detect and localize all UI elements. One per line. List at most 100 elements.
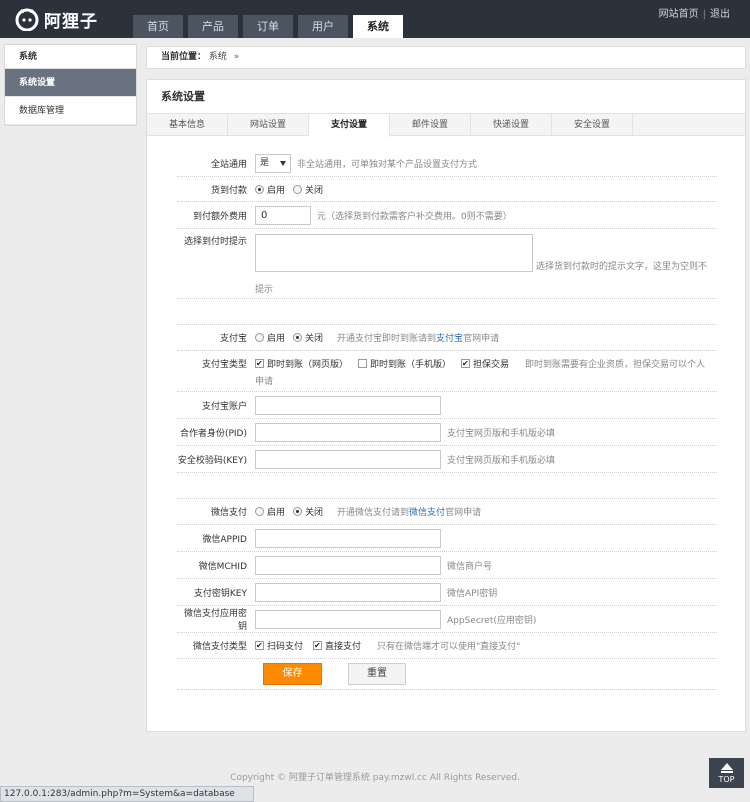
nav-products[interactable]: 产品 bbox=[188, 15, 238, 38]
wx-type-opt1: 扫码支付 bbox=[267, 642, 304, 652]
wxpay-disable-label: 关闭 bbox=[305, 508, 324, 518]
radio-unchecked-icon bbox=[293, 184, 303, 194]
alipay-enable-radio[interactable]: 启用 bbox=[255, 331, 285, 344]
nav-orders[interactable]: 订单 bbox=[243, 15, 293, 38]
alipay-type-opt3: 担保交易 bbox=[473, 360, 510, 370]
alipay-type-hint: 即时到账需要有企业资质，担保交易可以个人 bbox=[525, 360, 706, 370]
sidebar: 系统 系统设置 数据库管理 bbox=[4, 44, 137, 126]
wx-mchid-input[interactable] bbox=[255, 555, 441, 575]
alipay-link[interactable]: 支付宝 bbox=[436, 334, 463, 344]
cod-row: 货到付款 启用 关闭 bbox=[177, 177, 717, 202]
site-home-link[interactable]: 网站首页 bbox=[659, 9, 699, 20]
wx-appid-input[interactable] bbox=[255, 528, 441, 548]
wx-type-row: 微信支付类型 扫码支付 直接支付 只有在微信端才可以使用"直接支付" bbox=[177, 633, 717, 659]
alipay-account-label: 支付宝账户 bbox=[201, 401, 247, 412]
wxpay-hint-post: 官网申请 bbox=[445, 508, 482, 518]
wxpay-hint: 开通微信支付请到微信支付官网申请 bbox=[337, 505, 481, 518]
wx-type-label: 微信支付类型 bbox=[192, 642, 247, 652]
alipay-type-instant-mobile[interactable]: 即时到账（手机版） bbox=[358, 357, 451, 370]
alipay-account-row: 支付宝账户 bbox=[177, 392, 717, 419]
tab-security-settings[interactable]: 安全设置 bbox=[552, 114, 633, 136]
top-bar: 阿狸子 首页 产品 订单 用户 系统 网站首页 | 退出 bbox=[0, 0, 750, 38]
wx-type-opt2: 直接支付 bbox=[325, 642, 362, 652]
sidebar-title: 系统 bbox=[5, 45, 136, 69]
tab-mail-settings[interactable]: 邮件设置 bbox=[390, 114, 471, 136]
wx-type-direct[interactable]: 直接支付 bbox=[313, 639, 361, 652]
alipay-pid-hint: 支付宝网页版和手机版必填 bbox=[447, 428, 556, 439]
back-to-top-label: TOP bbox=[718, 775, 735, 784]
section-spacer bbox=[177, 473, 717, 499]
back-to-top-button[interactable]: TOP bbox=[709, 758, 744, 788]
logo[interactable]: 阿狸子 bbox=[14, 7, 98, 32]
alipay-pid-input[interactable] bbox=[255, 422, 441, 442]
settings-panel: 系统设置 基本信息 网站设置 支付设置 邮件设置 快递设置 安全设置 全站通用 … bbox=[146, 79, 746, 732]
wx-type-scan[interactable]: 扫码支付 bbox=[255, 639, 303, 652]
cod-enable-radio[interactable]: 启用 bbox=[255, 183, 285, 196]
site-general-select[interactable]: 是 bbox=[255, 154, 291, 173]
alipay-pid-row: 合作者身份(PID) 支付宝网页版和手机版必填 bbox=[177, 419, 717, 446]
tab-payment-settings[interactable]: 支付设置 bbox=[309, 114, 390, 137]
alipay-label: 支付宝 bbox=[219, 334, 247, 344]
alipay-type-escrow[interactable]: 担保交易 bbox=[461, 357, 509, 370]
cod-tip-textarea[interactable] bbox=[255, 234, 533, 272]
main-nav: 首页 产品 订单 用户 系统 bbox=[133, 15, 408, 38]
cod-tip-label: 选择到付时提示 bbox=[183, 237, 247, 247]
cod-tip-row: 选择到付时提示 选择货到付款时的提示文字，这里为空则不 提示 bbox=[177, 229, 717, 299]
site-general-value: 是 bbox=[260, 158, 270, 168]
wx-key-input[interactable] bbox=[255, 582, 441, 602]
breadcrumb-current[interactable]: 系统 bbox=[209, 52, 227, 62]
sidebar-item-system-settings[interactable]: 系统设置 bbox=[5, 69, 136, 97]
cod-fee-hint: 元（选择货到付款需客户补交费用。0则不需要） bbox=[317, 211, 512, 222]
alipay-type-instant-web[interactable]: 即时到账（网页版） bbox=[255, 357, 348, 370]
nav-users[interactable]: 用户 bbox=[298, 15, 348, 38]
alipay-hint-pre: 开通支付宝即时到账请到 bbox=[337, 334, 437, 344]
wx-mchid-row: 微信MCHID 微信商户号 bbox=[177, 552, 717, 579]
alipay-key-label: 安全校验码(KEY) bbox=[177, 455, 247, 466]
wx-mchid-hint: 微信商户号 bbox=[447, 561, 493, 572]
alipay-key-input[interactable] bbox=[255, 449, 441, 469]
site-general-label: 全站通用 bbox=[210, 160, 247, 170]
cod-disable-radio[interactable]: 关闭 bbox=[293, 183, 323, 196]
alipay-enable-label: 启用 bbox=[267, 334, 286, 344]
wxpay-enable-radio[interactable]: 启用 bbox=[255, 505, 285, 518]
alipay-account-input[interactable] bbox=[255, 395, 441, 415]
wxpay-link[interactable]: 微信支付 bbox=[409, 508, 445, 518]
top-links: 网站首页 | 退出 bbox=[659, 5, 730, 20]
cod-enable-label: 启用 bbox=[267, 185, 286, 196]
chevron-down-icon bbox=[280, 161, 286, 166]
wxpay-row: 微信支付 启用 关闭 开通微信支付请到微信支付官网申请 bbox=[177, 499, 717, 525]
wx-key-row: 支付密钥KEY 微信API密钥 bbox=[177, 579, 717, 606]
breadcrumb-prefix: 当前位置： bbox=[161, 52, 207, 62]
sidebar-item-database[interactable]: 数据库管理 bbox=[5, 97, 136, 125]
wx-type-hint: 只有在微信端才可以使用"直接支付" bbox=[377, 642, 521, 652]
wxpay-label: 微信支付 bbox=[210, 508, 247, 518]
wx-appid-row: 微信APPID bbox=[177, 525, 717, 552]
radio-unchecked-icon bbox=[255, 333, 264, 342]
logout-link[interactable]: 退出 bbox=[710, 9, 730, 20]
alipay-key-hint: 支付宝网页版和手机版必填 bbox=[447, 455, 556, 466]
site-general-row: 全站通用 是 非全站通用，可单独对某个产品设置支付方式 bbox=[177, 151, 717, 177]
alipay-disable-radio[interactable]: 关闭 bbox=[293, 331, 323, 344]
radio-checked-icon bbox=[293, 507, 303, 516]
cod-fee-row: 到付额外费用 0 元（选择货到付款需客户补交费用。0则不需要） bbox=[177, 202, 717, 229]
alipay-type-label: 支付宝类型 bbox=[201, 360, 247, 370]
alipay-hint-post: 官网申请 bbox=[463, 334, 500, 344]
tab-site-settings[interactable]: 网站设置 bbox=[228, 114, 309, 136]
nav-home[interactable]: 首页 bbox=[133, 15, 183, 38]
reset-button[interactable]: 重置 bbox=[348, 663, 406, 685]
wx-secret-input[interactable] bbox=[255, 609, 441, 629]
toplinks-separator: | bbox=[702, 9, 706, 20]
breadcrumb-arrow-icon: » bbox=[233, 52, 240, 62]
nav-system[interactable]: 系统 bbox=[353, 15, 403, 38]
tab-express-settings[interactable]: 快递设置 bbox=[471, 114, 552, 136]
cod-fee-label: 到付额外费用 bbox=[192, 211, 247, 222]
alipay-key-row: 安全校验码(KEY) 支付宝网页版和手机版必填 bbox=[177, 446, 717, 473]
cod-fee-input[interactable]: 0 bbox=[255, 205, 311, 225]
save-button[interactable]: 保存 bbox=[263, 663, 322, 685]
tab-basic-info[interactable]: 基本信息 bbox=[147, 114, 228, 136]
alipay-type-row: 支付宝类型 即时到账（网页版） 即时到账（手机版） 担保交易 即时到账需要有企业… bbox=[177, 351, 717, 392]
panel-title: 系统设置 bbox=[161, 90, 205, 103]
payment-form: 全站通用 是 非全站通用，可单独对某个产品设置支付方式 货到付款 启用 关闭 到… bbox=[177, 151, 717, 690]
wxpay-disable-radio[interactable]: 关闭 bbox=[293, 505, 323, 518]
cod-label: 货到付款 bbox=[210, 185, 247, 196]
